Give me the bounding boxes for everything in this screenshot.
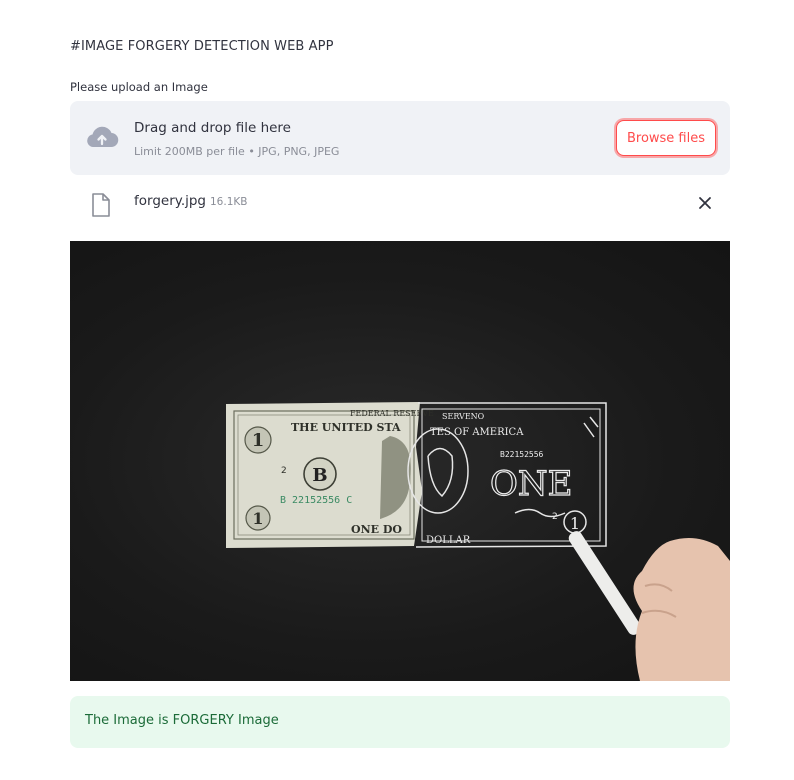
bill-seal-letter: B [312, 465, 327, 486]
chalk-corner-number: 1 [570, 514, 580, 533]
chalk-text: SERVENO TES OF AMERICA B22152556 ONE 1 2… [426, 412, 580, 546]
bill-corner-number-top: 1 [252, 430, 265, 451]
bill-header-left: THE UNITED STA [291, 421, 401, 434]
bill-bottom-left: ONE DO [351, 523, 402, 536]
hand-with-chalk [568, 531, 730, 681]
dropzone-title: Drag and drop file here [134, 120, 291, 136]
dollar-bill-illustration: 1 1 B FEDERAL RESERVE THE UNITED STA B 2… [226, 402, 730, 681]
bill-serial-left: B 22152556 C [280, 495, 352, 506]
printed-bill-half: 1 1 B FEDERAL RESERVE THE UNITED STA B 2… [226, 402, 434, 548]
chalk-big-word: ONE [490, 464, 572, 504]
dropzone-limit-text: Limit 200MB per file • JPG, PNG, JPEG [134, 145, 340, 158]
uploaded-image-preview: 1 1 B FEDERAL RESERVE THE UNITED STA B 2… [70, 241, 730, 681]
file-dropzone[interactable]: Drag and drop file here Limit 200MB per … [70, 101, 730, 175]
bill-small-number-left: 2 [281, 466, 287, 476]
file-icon [92, 193, 110, 217]
cloud-upload-icon [87, 126, 119, 148]
bill-banner-left: FEDERAL RESERVE [350, 409, 434, 418]
file-name: forgery.jpg [134, 193, 206, 209]
browse-files-button[interactable]: Browse files [616, 120, 716, 156]
chalk-bottom: DOLLAR [426, 535, 471, 546]
uploaded-file-row: forgery.jpg 16.1KB [70, 186, 730, 222]
result-alert: The Image is FORGERY Image [70, 696, 730, 748]
bill-corner-number-bottom: 1 [252, 509, 263, 528]
upload-label: Please upload an Image [70, 80, 208, 94]
result-message: The Image is FORGERY Image [85, 713, 279, 728]
chalk-banner: SERVENO [442, 412, 485, 421]
chalk-small-number: 2 [552, 512, 558, 522]
chalk-serial: B22152556 [500, 450, 544, 459]
chalk-header: TES OF AMERICA [430, 427, 524, 438]
file-size: 16.1KB [210, 196, 248, 208]
close-icon[interactable] [696, 194, 714, 212]
page-title: #IMAGE FORGERY DETECTION WEB APP [70, 39, 334, 54]
